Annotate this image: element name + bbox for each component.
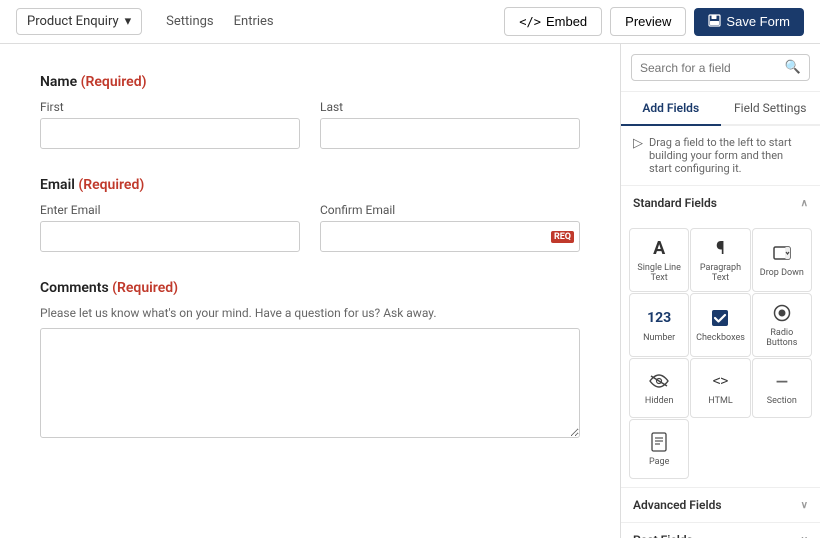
confirm-email-label: Confirm Email	[320, 203, 580, 217]
field-item-checkboxes[interactable]: Checkboxes	[690, 293, 750, 357]
name-subfields: First Last	[40, 100, 580, 149]
entries-link[interactable]: Entries	[234, 14, 274, 29]
number-label: Number	[643, 333, 675, 343]
drag-hint: ▷ Drag a field to the left to start buil…	[621, 126, 820, 186]
last-name-input[interactable]	[320, 118, 580, 149]
page-icon	[651, 431, 667, 453]
chevron-down-icon: ▾	[125, 14, 132, 29]
advanced-fields-header[interactable]: Advanced Fields ∨	[621, 488, 820, 522]
fields-grid: A Single Line Text ¶ Paragraph Text	[621, 220, 820, 487]
checkboxes-label: Checkboxes	[696, 333, 745, 343]
drop-down-label: Drop Down	[760, 268, 804, 278]
comments-field-group: Comments (Required) Please let us know w…	[40, 280, 580, 442]
single-line-text-label: Single Line Text	[634, 263, 684, 283]
drop-down-icon	[773, 242, 791, 264]
embed-label: Embed	[546, 14, 587, 29]
drag-hint-text: Drag a field to the left to start buildi…	[649, 136, 808, 175]
embed-code-icon: </>	[519, 15, 541, 29]
field-item-section[interactable]: — Section	[752, 358, 812, 418]
name-label: Name (Required)	[40, 74, 580, 90]
field-item-drop-down[interactable]: Drop Down	[752, 228, 812, 292]
settings-link[interactable]: Settings	[166, 14, 213, 29]
field-item-paragraph-text[interactable]: ¶ Paragraph Text	[690, 228, 750, 292]
first-label: First	[40, 100, 300, 114]
topbar-right: </> Embed Preview Save Form	[504, 7, 804, 36]
field-item-html[interactable]: <> HTML	[690, 358, 750, 418]
email-required-badge: (Required)	[78, 177, 144, 193]
last-name-field: Last	[320, 100, 580, 149]
cursor-icon: ▷	[633, 136, 643, 151]
save-button[interactable]: Save Form	[694, 8, 804, 36]
advanced-fields-section: Advanced Fields ∨	[621, 487, 820, 522]
preview-button[interactable]: Preview	[610, 7, 686, 36]
advanced-fields-chevron: ∨	[801, 500, 808, 511]
search-input-wrap: 🔍	[631, 54, 810, 81]
field-item-page[interactable]: Page	[629, 419, 689, 479]
field-item-hidden[interactable]: Hidden	[629, 358, 689, 418]
standard-fields-header[interactable]: Standard Fields ∧	[621, 186, 820, 220]
field-item-single-line-text[interactable]: A Single Line Text	[629, 228, 689, 292]
first-name-input[interactable]	[40, 118, 300, 149]
enter-email-field: Enter Email	[40, 203, 300, 252]
email-label: Email (Required)	[40, 177, 580, 193]
field-item-radio-buttons[interactable]: Radio Buttons	[752, 293, 812, 357]
hidden-icon	[649, 370, 669, 392]
search-icon: 🔍	[785, 60, 801, 75]
enter-email-label: Enter Email	[40, 203, 300, 217]
email-subfields: Enter Email Confirm Email REQ	[40, 203, 580, 252]
radio-buttons-label: Radio Buttons	[757, 328, 807, 348]
html-label: HTML	[708, 396, 732, 406]
email-field-group: Email (Required) Enter Email Confirm Ema…	[40, 177, 580, 252]
number-icon: 123	[647, 307, 671, 329]
comments-textarea[interactable]	[40, 328, 580, 438]
comments-label: Comments (Required)	[40, 280, 580, 296]
single-line-text-icon: A	[653, 237, 665, 259]
form-area: Name (Required) First Last Email (Requir…	[0, 44, 620, 538]
save-label: Save Form	[726, 14, 790, 29]
paragraph-text-label: Paragraph Text	[695, 263, 745, 283]
paragraph-text-icon: ¶	[716, 237, 725, 259]
panel-tabs: Add Fields Field Settings	[621, 92, 820, 126]
page-label: Page	[649, 457, 669, 467]
radio-buttons-icon	[773, 302, 791, 324]
comments-hint: Please let us know what's on your mind. …	[40, 306, 580, 320]
tab-add-fields[interactable]: Add Fields	[621, 92, 721, 126]
email-required-input-badge: REQ	[551, 231, 574, 243]
main-layout: Name (Required) First Last Email (Requir…	[0, 44, 820, 538]
embed-button[interactable]: </> Embed	[504, 7, 602, 36]
last-label: Last	[320, 100, 580, 114]
hidden-label: Hidden	[645, 396, 674, 406]
field-search-box: 🔍	[621, 44, 820, 92]
save-icon	[708, 14, 721, 30]
post-fields-section: Post Fields ∨	[621, 522, 820, 538]
topbar-left: Product Enquiry ▾ Settings Entries	[16, 8, 274, 35]
html-icon: <>	[713, 370, 729, 392]
enter-email-input[interactable]	[40, 221, 300, 252]
field-search-input[interactable]	[640, 61, 780, 75]
section-icon: —	[776, 370, 788, 392]
post-fields-chevron: ∨	[801, 535, 808, 538]
field-item-number[interactable]: 123 Number	[629, 293, 689, 357]
topbar: Product Enquiry ▾ Settings Entries </> E…	[0, 0, 820, 44]
section-label: Section	[767, 396, 797, 406]
advanced-fields-label: Advanced Fields	[633, 498, 722, 512]
first-name-field: First	[40, 100, 300, 149]
topbar-nav: Settings Entries	[166, 14, 273, 29]
name-required-badge: (Required)	[81, 74, 147, 90]
post-fields-header[interactable]: Post Fields ∨	[621, 523, 820, 538]
comments-required-badge: (Required)	[112, 280, 178, 296]
checkboxes-icon	[710, 307, 730, 329]
standard-fields-section: Standard Fields ∧ A Single Line Text ¶ P…	[621, 186, 820, 487]
confirm-email-field: Confirm Email REQ	[320, 203, 580, 252]
right-panel: 🔍 Add Fields Field Settings ▷ Drag a fie…	[620, 44, 820, 538]
standard-fields-label: Standard Fields	[633, 196, 717, 210]
confirm-email-input[interactable]	[320, 221, 580, 252]
form-name: Product Enquiry	[27, 14, 119, 29]
tab-field-settings[interactable]: Field Settings	[721, 92, 820, 126]
standard-fields-chevron: ∧	[801, 198, 808, 209]
name-field-group: Name (Required) First Last	[40, 74, 580, 149]
form-selector[interactable]: Product Enquiry ▾	[16, 8, 142, 35]
post-fields-label: Post Fields	[633, 533, 693, 538]
